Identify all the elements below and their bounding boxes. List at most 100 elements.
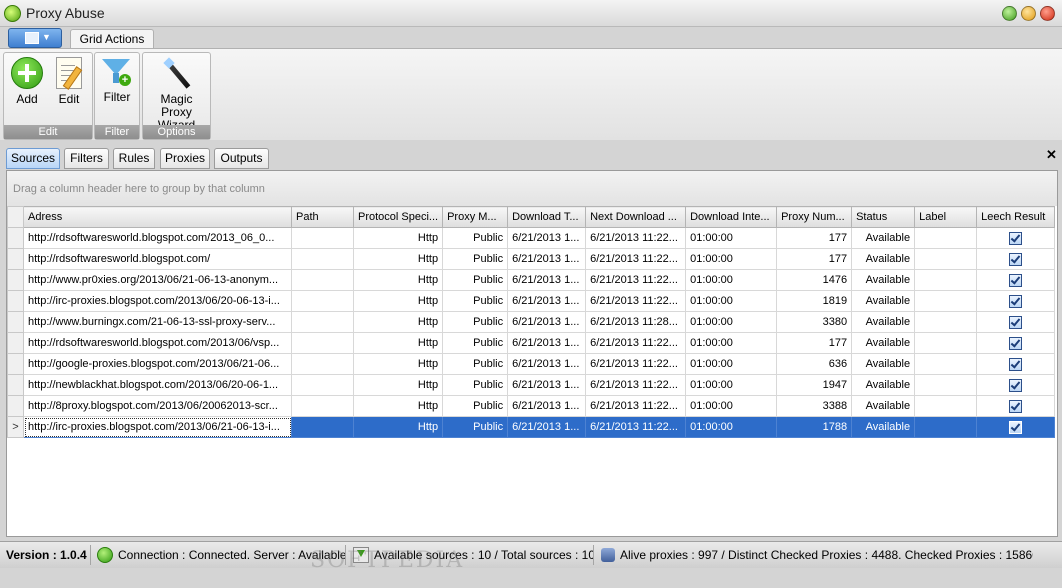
cell-path[interactable]: [291, 248, 354, 270]
cell-status[interactable]: Available: [851, 416, 916, 438]
cell-next-download[interactable]: 6/21/2013 11:28...: [585, 311, 687, 333]
cell-address[interactable]: http://irc-proxies.blogspot.com/2013/06/…: [23, 290, 292, 312]
cell-proxy-num[interactable]: 177: [776, 227, 853, 249]
cell-download-interval[interactable]: 01:00:00: [685, 353, 778, 375]
filter-button[interactable]: + Filter: [98, 57, 136, 104]
cell-leech-result[interactable]: [976, 311, 1056, 333]
table-row[interactable]: http://www.pr0xies.org/2013/06/21-06-13-…: [7, 269, 1056, 291]
cell-protocol[interactable]: Http: [352, 416, 444, 438]
cell-download-time[interactable]: 6/21/2013 1...: [507, 227, 587, 249]
cell-download-time[interactable]: 6/21/2013 1...: [507, 395, 587, 417]
tab-filters[interactable]: Filters: [64, 148, 109, 169]
cell-label[interactable]: [914, 353, 978, 375]
cell-label[interactable]: [914, 269, 978, 291]
cell-next-download[interactable]: 6/21/2013 11:22...: [585, 269, 687, 291]
cell-proxy-mode[interactable]: Public: [442, 311, 509, 333]
cell-leech-result[interactable]: [976, 416, 1056, 438]
cell-protocol[interactable]: Http: [352, 332, 444, 354]
cell-download-interval[interactable]: 01:00:00: [685, 269, 778, 291]
row-indicator[interactable]: [7, 248, 24, 270]
cell-next-download[interactable]: 6/21/2013 11:22...: [585, 416, 687, 438]
cell-protocol[interactable]: Http: [352, 227, 444, 249]
cell-address[interactable]: http://www.pr0xies.org/2013/06/21-06-13-…: [23, 269, 292, 291]
group-by-panel[interactable]: Drag a column header here to group by th…: [7, 171, 1057, 206]
cell-address[interactable]: http://newblackhat.blogspot.com/2013/06/…: [23, 374, 292, 396]
cell-address[interactable]: http://8proxy.blogspot.com/2013/06/20062…: [23, 395, 292, 417]
cell-download-interval[interactable]: 01:00:00: [685, 395, 778, 417]
cell-proxy-num[interactable]: 177: [776, 332, 853, 354]
leech-checkbox[interactable]: [1009, 231, 1023, 245]
cell-status[interactable]: Available: [851, 395, 916, 417]
row-indicator[interactable]: [7, 332, 24, 354]
cell-proxy-num[interactable]: 636: [776, 353, 853, 375]
cell-download-time[interactable]: 6/21/2013 1...: [507, 332, 587, 354]
table-row[interactable]: http://newblackhat.blogspot.com/2013/06/…: [7, 374, 1056, 396]
row-indicator[interactable]: [7, 311, 24, 333]
row-indicator[interactable]: [7, 290, 24, 312]
cell-download-time[interactable]: 6/21/2013 1...: [507, 374, 587, 396]
cell-leech-result[interactable]: [976, 332, 1056, 354]
cell-next-download[interactable]: 6/21/2013 11:22...: [585, 290, 687, 312]
cell-address[interactable]: http://irc-proxies.blogspot.com/2013/06/…: [23, 416, 292, 438]
row-indicator[interactable]: [7, 269, 24, 291]
leech-checkbox[interactable]: [1009, 378, 1023, 392]
leech-checkbox[interactable]: [1009, 420, 1023, 434]
cell-proxy-mode[interactable]: Public: [442, 269, 509, 291]
cell-address[interactable]: http://google-proxies.blogspot.com/2013/…: [23, 353, 292, 375]
cell-proxy-num[interactable]: 3388: [776, 395, 853, 417]
column-header-protocol[interactable]: Protocol Speci...: [352, 206, 444, 228]
cell-download-interval[interactable]: 01:00:00: [685, 374, 778, 396]
cell-proxy-num[interactable]: 1947: [776, 374, 853, 396]
cell-leech-result[interactable]: [976, 353, 1056, 375]
magic-proxy-wizard-button[interactable]: Magic Proxy Wizard: [144, 57, 209, 132]
cell-proxy-mode[interactable]: Public: [442, 290, 509, 312]
cell-next-download[interactable]: 6/21/2013 11:22...: [585, 395, 687, 417]
cell-proxy-mode[interactable]: Public: [442, 395, 509, 417]
cell-status[interactable]: Available: [851, 374, 916, 396]
cell-download-time[interactable]: 6/21/2013 1...: [507, 416, 587, 438]
cell-download-interval[interactable]: 01:00:00: [685, 311, 778, 333]
cell-address[interactable]: http://www.burningx.com/21-06-13-ssl-pro…: [23, 311, 292, 333]
tab-sources[interactable]: Sources: [6, 148, 60, 169]
cell-leech-result[interactable]: [976, 269, 1056, 291]
tab-outputs[interactable]: Outputs: [214, 148, 269, 169]
tab-rules[interactable]: Rules: [113, 148, 155, 169]
cell-proxy-mode[interactable]: Public: [442, 416, 509, 438]
cell-protocol[interactable]: Http: [352, 395, 444, 417]
cell-status[interactable]: Available: [851, 248, 916, 270]
cell-download-time[interactable]: 6/21/2013 1...: [507, 290, 587, 312]
cell-download-time[interactable]: 6/21/2013 1...: [507, 248, 587, 270]
cell-next-download[interactable]: 6/21/2013 11:22...: [585, 332, 687, 354]
cell-proxy-num[interactable]: 1788: [776, 416, 853, 438]
column-header-proxy-mode[interactable]: Proxy M...: [442, 206, 509, 228]
table-row[interactable]: http://rdsoftwaresworld.blogspot.com/201…: [7, 332, 1056, 354]
table-row[interactable]: http://irc-proxies.blogspot.com/2013/06/…: [7, 290, 1056, 312]
cell-proxy-num[interactable]: 1819: [776, 290, 853, 312]
cell-proxy-mode[interactable]: Public: [442, 332, 509, 354]
leech-checkbox[interactable]: [1009, 252, 1023, 266]
app-menu-button[interactable]: ▼: [8, 28, 62, 48]
leech-checkbox[interactable]: [1009, 399, 1023, 413]
column-header-status[interactable]: Status: [851, 206, 916, 228]
table-row[interactable]: http://rdsoftwaresworld.blogspot.com/201…: [7, 227, 1056, 249]
cell-path[interactable]: [291, 269, 354, 291]
cell-path[interactable]: [291, 332, 354, 354]
column-header-leech-result[interactable]: Leech Result: [976, 206, 1056, 228]
maximize-button[interactable]: [1021, 6, 1036, 21]
table-row[interactable]: > http://irc-proxies.blogspot.com/2013/06…: [7, 416, 1056, 438]
cell-download-time[interactable]: 6/21/2013 1...: [507, 269, 587, 291]
cell-status[interactable]: Available: [851, 269, 916, 291]
column-header-next-download[interactable]: Next Download ...: [585, 206, 687, 228]
cell-protocol[interactable]: Http: [352, 248, 444, 270]
cell-proxy-mode[interactable]: Public: [442, 353, 509, 375]
table-row[interactable]: http://8proxy.blogspot.com/2013/06/20062…: [7, 395, 1056, 417]
cell-path[interactable]: [291, 227, 354, 249]
cell-path[interactable]: [291, 416, 354, 438]
cell-next-download[interactable]: 6/21/2013 11:22...: [585, 248, 687, 270]
close-icon[interactable]: ✕: [1046, 147, 1057, 163]
cell-path[interactable]: [291, 311, 354, 333]
cell-label[interactable]: [914, 374, 978, 396]
edit-button[interactable]: Edit: [50, 57, 88, 106]
cell-label[interactable]: [914, 290, 978, 312]
cell-download-interval[interactable]: 01:00:00: [685, 416, 778, 438]
